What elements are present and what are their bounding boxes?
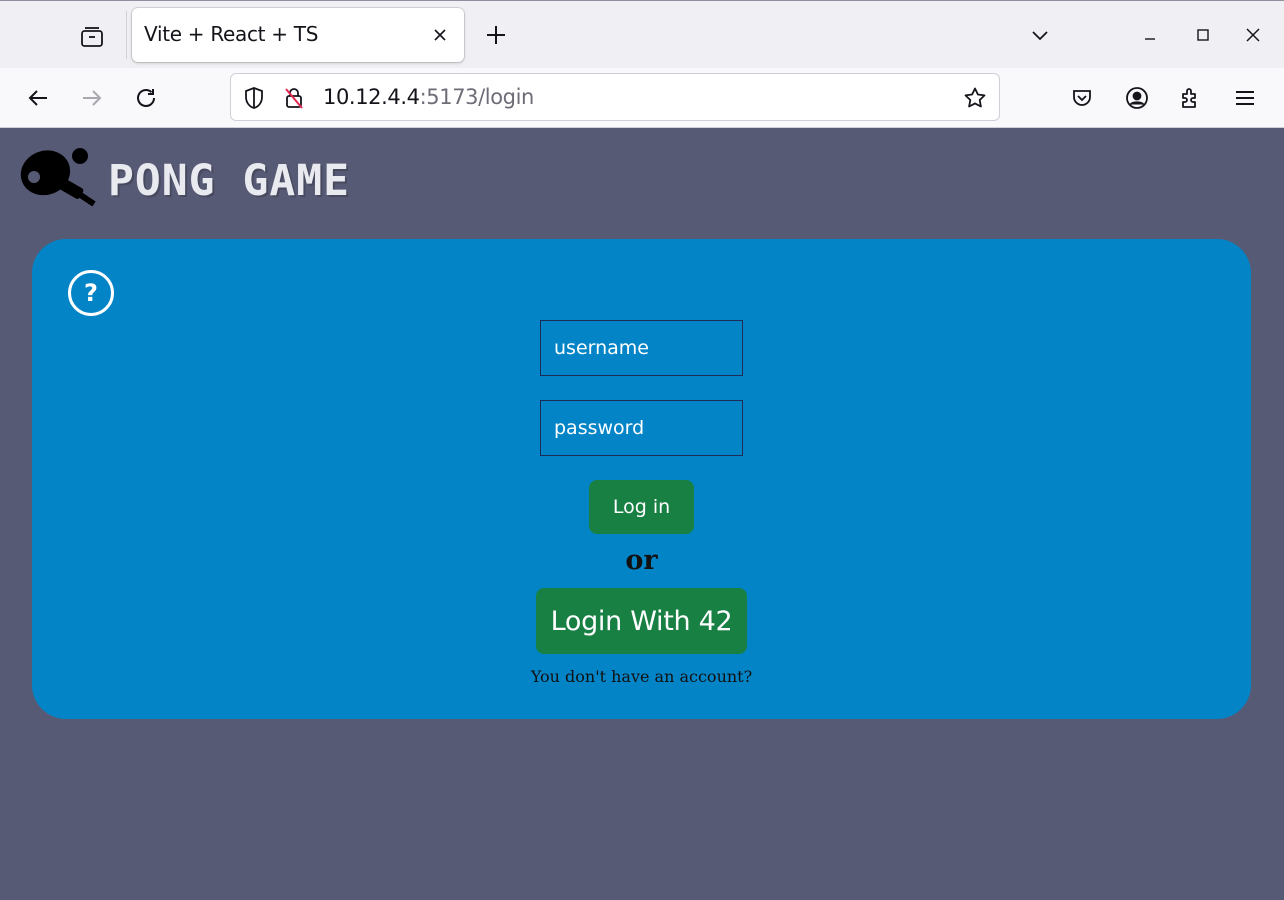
window-close-icon[interactable]	[1237, 19, 1269, 51]
tab-separator	[126, 11, 127, 59]
help-icon[interactable]: ?	[68, 270, 114, 316]
browser-nav-bar: 10.12.4.4:5173/login	[0, 68, 1284, 128]
maximize-icon[interactable]	[1187, 19, 1219, 51]
url-path: :5173/login	[419, 85, 535, 109]
forward-icon[interactable]	[74, 80, 110, 116]
menu-icon[interactable]	[1227, 80, 1263, 116]
list-all-tabs-icon[interactable]	[1024, 19, 1056, 51]
ping-pong-logo-icon	[20, 148, 96, 207]
signup-link[interactable]: You don't have an account?	[32, 667, 1251, 686]
login-card: ? Log in or Login With 42 You don't have…	[32, 239, 1251, 719]
bookmark-star-icon[interactable]	[961, 84, 989, 112]
url-text[interactable]: 10.12.4.4:5173/login	[323, 85, 534, 109]
shield-icon[interactable]	[241, 85, 267, 111]
reload-icon[interactable]	[128, 80, 164, 116]
brand-title: PONG GAME	[108, 156, 350, 206]
page-content: PONG GAME ? Log in or Login With 42 You …	[0, 128, 1284, 900]
tab-title: Vite + React + TS	[144, 22, 319, 46]
password-input[interactable]	[540, 400, 743, 456]
tab-overview-icon[interactable]	[74, 19, 110, 55]
login-button[interactable]: Log in	[589, 480, 694, 534]
extensions-icon[interactable]	[1173, 80, 1209, 116]
tab-close-icon[interactable]	[428, 23, 452, 47]
back-icon[interactable]	[20, 80, 56, 116]
username-input[interactable]	[540, 320, 743, 376]
active-tab[interactable]: Vite + React + TS	[132, 8, 464, 62]
login-with-42-button[interactable]: Login With 42	[536, 588, 747, 654]
minimize-icon[interactable]	[1134, 19, 1166, 51]
new-tab-icon[interactable]	[480, 19, 512, 51]
insecure-lock-icon[interactable]	[281, 85, 307, 111]
or-divider-text: or	[625, 545, 658, 576]
account-icon[interactable]	[1119, 80, 1155, 116]
browser-tab-bar: Vite + React + TS	[0, 0, 1284, 68]
pocket-icon[interactable]	[1064, 80, 1100, 116]
url-host: 10.12.4.4	[323, 85, 420, 109]
url-bar[interactable]: 10.12.4.4:5173/login	[230, 73, 1000, 121]
